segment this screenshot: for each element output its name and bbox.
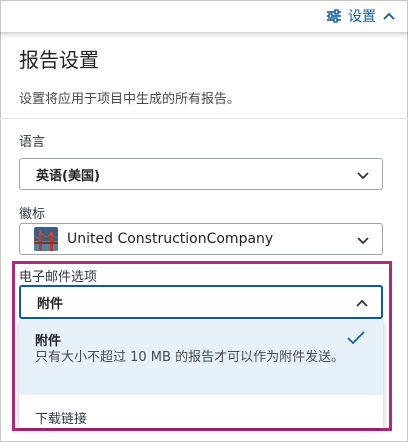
logo-select[interactable]: United ConstructionCompany	[19, 223, 383, 255]
chevron-up-icon	[382, 11, 396, 21]
language-value: 英语(美国)	[36, 168, 100, 184]
chevron-up-icon	[355, 296, 369, 314]
chevron-down-icon	[356, 233, 370, 251]
settings-toggle-button[interactable]: 设置	[326, 6, 396, 26]
chevron-down-icon	[356, 168, 370, 186]
option-attachment-description: 只有大小不超过 10 MB 的报告才可以作为附件发送。	[35, 350, 345, 365]
language-label: 语言	[19, 135, 46, 150]
top-bar: 设置	[0, 0, 408, 32]
option-download-link[interactable]: 下载链接	[35, 408, 87, 427]
email-options-value: 附件	[37, 296, 64, 312]
logo-label: 徽标	[19, 207, 46, 222]
option-attachment-title: 附件	[35, 334, 62, 349]
golden-gate-bridge-logo	[34, 227, 67, 251]
email-options-select[interactable]: 附件	[19, 285, 383, 319]
panel-description: 设置将应用于项目中生成的所有报告。	[19, 92, 241, 107]
sliders-icon	[326, 9, 342, 23]
email-options-dropdown: 附件 只有大小不超过 10 MB 的报告才可以作为附件发送。 下载链接	[19, 320, 383, 428]
checkmark-icon	[347, 330, 365, 349]
language-select[interactable]: 英语(美国)	[19, 158, 383, 190]
email-options-label: 电子邮件选项	[19, 270, 98, 285]
panel-title: 报告设置	[19, 48, 99, 72]
divider	[0, 118, 408, 119]
settings-label: 设置	[348, 9, 376, 25]
option-attachment[interactable]: 附件 只有大小不超过 10 MB 的报告才可以作为附件发送。	[19, 320, 383, 395]
logo-value: United ConstructionCompany	[67, 231, 274, 247]
